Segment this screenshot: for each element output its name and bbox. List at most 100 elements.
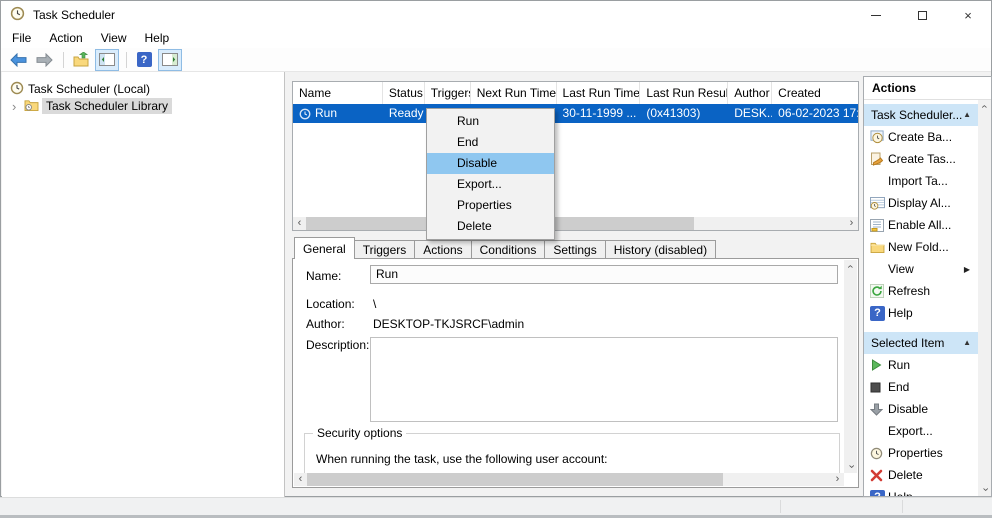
scroll-right-icon[interactable]: › <box>831 473 844 486</box>
action-item-label: Import Ta... <box>888 174 948 188</box>
menu-help[interactable]: Help <box>136 29 179 48</box>
action-item-label: Delete <box>888 468 923 482</box>
menubar: File Action View Help <box>1 29 991 48</box>
actions-group-selected-item[interactable]: Selected Item ▲ <box>864 332 978 354</box>
taskbar-divider <box>902 500 903 513</box>
scroll-down-icon[interactable]: › <box>845 465 856 469</box>
action-item-label: View <box>888 262 914 276</box>
collapse-icon[interactable]: ▲ <box>963 104 971 126</box>
maximize-button[interactable] <box>899 1 945 29</box>
column-header-next-run-time[interactable]: Next Run Time <box>471 82 557 104</box>
menu-file[interactable]: File <box>3 29 40 48</box>
action-item-display-all[interactable]: Display Al... <box>864 192 978 214</box>
disable-icon <box>870 403 883 416</box>
menu-view[interactable]: View <box>92 29 136 48</box>
action-item-label: Create Ba... <box>888 130 952 144</box>
action-item-delete[interactable]: Delete <box>864 464 978 486</box>
general-tab-page: Name: Run Location: \ Author: DESKTOP-TK… <box>292 258 859 488</box>
task-cell-status: Ready <box>383 104 425 123</box>
action-item-help-partial[interactable]: ? Help <box>864 486 978 497</box>
task-row-run[interactable]: Run Ready 30-11-1999 ... (0x41303) DESK.… <box>293 104 858 123</box>
scroll-down-icon[interactable]: › <box>979 488 990 492</box>
column-header-status[interactable]: Status <box>383 82 425 104</box>
tab-actions[interactable]: Actions <box>414 240 471 259</box>
menu-action[interactable]: Action <box>40 29 91 48</box>
tree-expander-icon[interactable]: › <box>12 100 22 113</box>
scroll-up-icon[interactable]: › <box>979 105 990 109</box>
tab-triggers[interactable]: Triggers <box>354 240 416 259</box>
context-menu-disable[interactable]: Disable <box>427 153 554 174</box>
task-list-header: Name Status Triggers Next Run Time Last … <box>293 82 858 104</box>
action-item-label: Help <box>888 306 913 320</box>
action-item-properties[interactable]: Properties <box>864 442 978 464</box>
action-item-view[interactable]: View ▶ <box>864 258 978 280</box>
actions-pane-body: Task Scheduler... ▲ Create Ba... Create … <box>864 102 978 496</box>
enable-all-icon <box>870 219 884 232</box>
detail-hscrollbar[interactable]: ‹ › <box>294 473 844 486</box>
scroll-left-icon[interactable]: ‹ <box>294 473 307 486</box>
toolbar-forward-button[interactable] <box>32 49 56 71</box>
action-item-create-task[interactable]: Create Tas... <box>864 148 978 170</box>
action-item-disable[interactable]: Disable <box>864 398 978 420</box>
scroll-left-icon[interactable]: ‹ <box>293 217 306 230</box>
action-item-help[interactable]: ? Help <box>864 302 978 324</box>
action-item-run[interactable]: Run <box>864 354 978 376</box>
actions-group-task-scheduler[interactable]: Task Scheduler... ▲ <box>864 104 978 126</box>
scroll-right-icon[interactable]: › <box>845 217 858 230</box>
security-options-text: When running the task, use the following… <box>316 452 608 466</box>
action-item-end[interactable]: End <box>864 376 978 398</box>
toolbar-help-button[interactable]: ? <box>132 49 156 71</box>
column-header-last-run-time[interactable]: Last Run Time <box>557 82 641 104</box>
context-menu-properties[interactable]: Properties <box>427 195 554 216</box>
clock-icon <box>10 81 24 98</box>
name-label: Name: <box>306 269 341 283</box>
detail-vscrollbar[interactable]: › › <box>844 260 857 473</box>
task-list-hscrollbar[interactable]: ‹ › <box>293 217 858 230</box>
group-spacer <box>864 324 978 332</box>
column-header-created[interactable]: Created <box>772 82 858 104</box>
toolbar-action-pane-toggle[interactable] <box>158 49 182 71</box>
task-cell-name: Run <box>293 104 383 123</box>
action-item-new-folder[interactable]: New Fold... <box>864 236 978 258</box>
context-menu-delete[interactable]: Delete <box>427 216 554 237</box>
scroll-up-icon[interactable]: › <box>845 265 856 269</box>
tab-general[interactable]: General <box>294 237 355 259</box>
column-header-name[interactable]: Name <box>293 82 383 104</box>
collapse-icon[interactable]: ▲ <box>963 332 971 354</box>
tree-item-task-scheduler-library[interactable]: › Task Scheduler Library <box>2 97 284 115</box>
action-item-enable-all[interactable]: Enable All... <box>864 214 978 236</box>
hscroll-thumb[interactable] <box>307 473 723 486</box>
toolbar-back-button[interactable] <box>6 49 30 71</box>
action-item-label: New Fold... <box>888 240 949 254</box>
context-menu-run[interactable]: Run <box>427 111 554 132</box>
context-menu-end[interactable]: End <box>427 132 554 153</box>
task-context-menu: Run End Disable Export... Properties Del… <box>426 108 555 240</box>
context-menu-export[interactable]: Export... <box>427 174 554 195</box>
toolbar-up-level-button[interactable] <box>69 49 93 71</box>
column-header-triggers[interactable]: Triggers <box>425 82 471 104</box>
taskbar <box>0 497 992 518</box>
minimize-icon <box>871 15 881 16</box>
toolbar-console-tree-toggle[interactable] <box>95 49 119 71</box>
action-item-create-basic-task[interactable]: Create Ba... <box>864 126 978 148</box>
tab-conditions[interactable]: Conditions <box>471 240 546 259</box>
detail-tabstrip: General Triggers Actions Conditions Sett… <box>294 237 715 259</box>
minimize-button[interactable] <box>853 1 899 29</box>
security-options-groupbox: Security options When running the task, … <box>304 433 840 473</box>
action-item-export[interactable]: Export... <box>864 420 978 442</box>
close-button[interactable]: × <box>945 1 991 29</box>
action-item-refresh[interactable]: Refresh <box>864 280 978 302</box>
tab-settings[interactable]: Settings <box>544 240 605 259</box>
column-header-author[interactable]: Author <box>728 82 772 104</box>
name-input[interactable]: Run <box>370 265 838 284</box>
task-clock-icon <box>299 108 311 120</box>
toolbar: ? <box>1 48 991 72</box>
actions-vscrollbar[interactable]: › › <box>978 100 991 496</box>
action-item-import-task[interactable]: Import Ta... <box>864 170 978 192</box>
description-input[interactable] <box>370 337 838 422</box>
folder-clock-icon <box>24 98 39 114</box>
tab-history[interactable]: History (disabled) <box>605 240 716 259</box>
column-header-last-run-result[interactable]: Last Run Result <box>640 82 728 104</box>
folder-up-icon <box>73 52 89 67</box>
tree-item-task-scheduler-local[interactable]: Task Scheduler (Local) <box>2 80 284 98</box>
